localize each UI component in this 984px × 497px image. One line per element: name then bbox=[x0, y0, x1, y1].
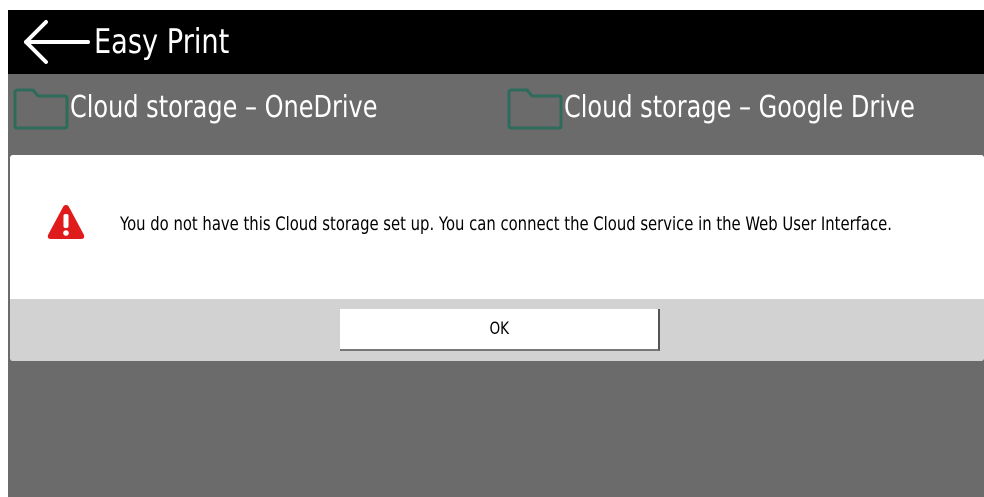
dialog-message: You do not have this Cloud storage set u… bbox=[120, 213, 892, 235]
arrow-left-icon bbox=[24, 20, 90, 64]
back-button[interactable] bbox=[14, 16, 94, 68]
app-header: Easy Print bbox=[8, 10, 984, 74]
folder-icon bbox=[506, 84, 564, 130]
ok-button-label: OK bbox=[489, 319, 509, 339]
dialog-footer: OK bbox=[10, 299, 984, 361]
warning-icon bbox=[46, 203, 86, 241]
tile-label: Cloud storage – Google Drive bbox=[564, 90, 915, 125]
page-title: Easy Print bbox=[94, 22, 230, 62]
folder-tile-onedrive[interactable]: Cloud storage – OneDrive bbox=[8, 74, 498, 154]
tile-label: Cloud storage – OneDrive bbox=[70, 90, 378, 125]
dialog-body: You do not have this Cloud storage set u… bbox=[10, 155, 984, 299]
screen: Easy Print Cloud storage – OneDrive Clou… bbox=[8, 10, 984, 497]
alert-dialog: You do not have this Cloud storage set u… bbox=[10, 155, 984, 361]
folder-icon bbox=[12, 84, 70, 130]
folder-tile-google-drive[interactable]: Cloud storage – Google Drive bbox=[502, 74, 984, 154]
ok-button[interactable]: OK bbox=[340, 309, 660, 351]
